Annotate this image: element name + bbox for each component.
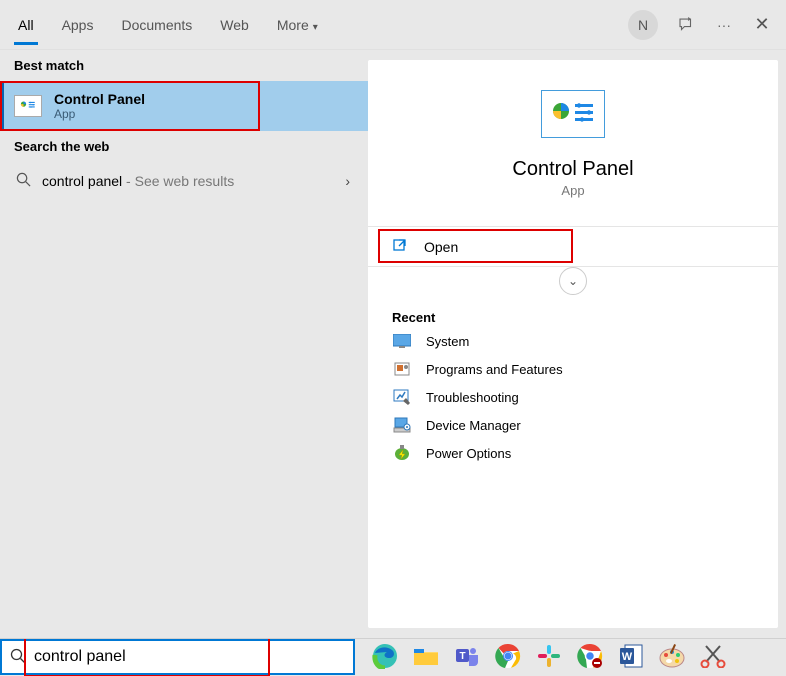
tab-more-label: More [277,17,309,33]
recent-item-label: Device Manager [426,418,521,433]
best-match-text: Control Panel App [54,91,145,121]
selection-bar [0,81,4,131]
tab-apps[interactable]: Apps [58,3,98,47]
troubleshooting-icon [392,389,412,405]
open-action[interactable]: Open [368,227,778,266]
feedback-icon[interactable] [676,15,696,35]
teams-icon[interactable]: T [453,642,481,670]
expand-toggle-row: ⌄ [368,266,778,294]
best-match-item[interactable]: Control Panel App [0,81,368,131]
web-result-item[interactable]: control panel - See web results › [0,162,368,200]
recent-list: System Programs and Features Troubleshoo… [392,333,754,461]
paint-icon[interactable] [658,642,686,670]
main: Best match Control Panel App Search the … [0,50,786,638]
control-panel-icon [14,95,42,117]
tab-more[interactable]: More ▾ [273,3,322,47]
recent-item-label: Troubleshooting [426,390,519,405]
chevron-down-icon: ▾ [313,22,318,33]
expand-toggle[interactable]: ⌄ [559,267,587,295]
search-icon [10,648,26,667]
edge-icon[interactable] [371,642,399,670]
recent-item-system[interactable]: System [392,333,754,349]
open-label: Open [424,239,458,255]
detail-title: Control Panel [384,158,762,181]
search-box[interactable] [0,639,355,675]
chevron-right-icon[interactable]: › [345,173,350,189]
avatar[interactable]: N [628,10,658,40]
word-icon[interactable]: W [617,642,645,670]
power-options-icon [392,445,412,461]
programs-icon [392,361,412,377]
tab-documents[interactable]: Documents [117,3,196,47]
device-manager-icon [392,417,412,433]
web-result-text: control panel - See web results [42,173,234,189]
recent-item-device-manager[interactable]: Device Manager [392,417,754,433]
tab-web[interactable]: Web [216,3,253,47]
recent-section: Recent System Programs and Features Trou… [368,294,778,477]
control-panel-icon-large [541,90,605,138]
recent-item-troubleshooting[interactable]: Troubleshooting [392,389,754,405]
chrome-canary-icon[interactable] [576,642,604,670]
svg-text:T: T [459,651,465,662]
file-explorer-icon[interactable] [412,642,440,670]
tab-all[interactable]: All [14,3,38,47]
slack-icon[interactable] [535,642,563,670]
search-web-label: Search the web [0,131,368,162]
results-panel: Best match Control Panel App Search the … [0,50,368,638]
recent-item-programs[interactable]: Programs and Features [392,361,754,377]
best-match-subtitle: App [54,107,145,121]
search-icon [14,172,32,190]
web-query: control panel [42,173,122,189]
system-icon [392,333,412,349]
recent-item-label: Power Options [426,446,511,461]
recent-item-label: System [426,334,469,349]
taskbar-icons: T W [355,639,786,670]
detail-panel: Control Panel App Open ⌄ Recent System [368,60,778,628]
svg-text:W: W [622,651,633,663]
detail-header: Control Panel App [368,60,778,212]
web-hint: - See web results [122,173,234,189]
best-match-title: Control Panel [54,91,145,107]
header-bar: All Apps Documents Web More ▾ N ··· ✕ [0,0,786,50]
chevron-down-icon: ⌄ [568,274,578,288]
search-input[interactable] [34,648,345,666]
open-icon [392,237,412,256]
best-match-label: Best match [0,50,368,81]
recent-item-power-options[interactable]: Power Options [392,445,754,461]
more-options-icon[interactable]: ··· [714,15,734,35]
header-right: N ··· ✕ [628,10,772,40]
detail-subtitle: App [384,183,762,198]
taskbar: T W [0,638,786,676]
tabs: All Apps Documents Web More ▾ [14,0,322,49]
recent-item-label: Programs and Features [426,362,563,377]
recent-label: Recent [392,310,754,325]
close-icon[interactable]: ✕ [752,15,772,35]
snipping-tool-icon[interactable] [699,642,727,670]
chrome-icon[interactable] [494,642,522,670]
